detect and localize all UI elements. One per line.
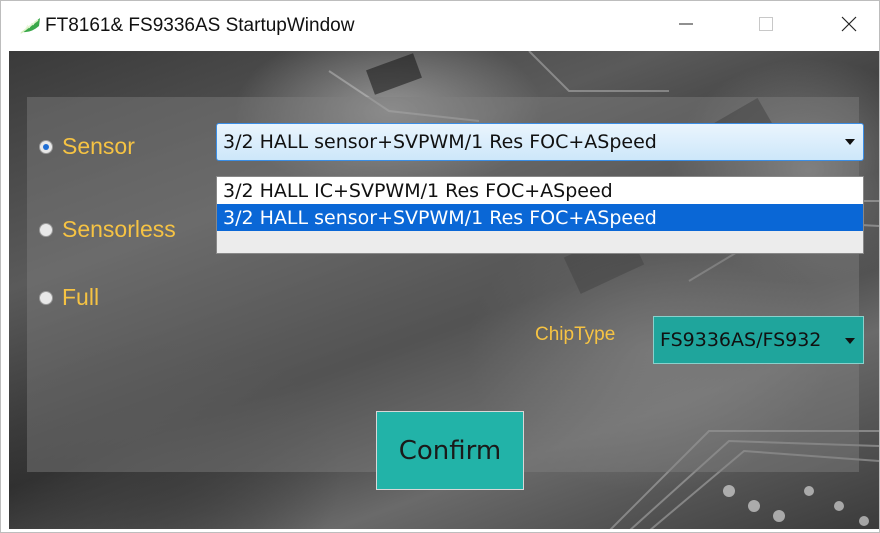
maximize-icon (758, 16, 774, 37)
radio-full[interactable]: Full (39, 284, 99, 311)
startup-window: FT8161& FS9336AS StartupWindow Sensor Se… (0, 0, 880, 533)
radio-sensor-label: Sensor (62, 133, 135, 159)
chevron-down-icon[interactable] (845, 338, 855, 344)
radio-button-icon (39, 290, 53, 305)
algorithm-combobox-value: 3/2 HALL sensor+SVPWM/1 Res FOC+ASpeed (223, 131, 657, 153)
leaf-logo-icon (19, 17, 41, 35)
radio-sensor[interactable]: Sensor (39, 133, 135, 160)
window-title: FT8161& FS9336AS StartupWindow (45, 15, 355, 36)
radio-button-icon (39, 222, 53, 237)
confirm-button-label: Confirm (398, 435, 502, 466)
maximize-button[interactable] (736, 1, 796, 51)
chip-type-combobox[interactable]: FS9336AS/FS932 (653, 316, 864, 364)
algorithm-combobox[interactable]: 3/2 HALL sensor+SVPWM/1 Res FOC+ASpeed (216, 123, 864, 161)
radio-sensorless-label: Sensorless (62, 216, 176, 242)
chip-type-value: FS9336AS/FS932 (660, 329, 822, 351)
close-icon (841, 16, 857, 37)
dropdown-empty-row (217, 231, 863, 253)
chip-type-label: ChipType (535, 324, 616, 345)
client-area: Sensor Sensorless Full 3/2 HALL sensor+S… (9, 51, 879, 529)
title-bar[interactable]: FT8161& FS9336AS StartupWindow (1, 1, 879, 51)
dropdown-option[interactable]: 3/2 HALL IC+SVPWM/1 Res FOC+ASpeed (217, 177, 863, 204)
dropdown-option-highlighted[interactable]: 3/2 HALL sensor+SVPWM/1 Res FOC+ASpeed (217, 204, 863, 231)
minimize-icon (678, 16, 694, 37)
close-button[interactable] (819, 1, 879, 51)
radio-full-label: Full (62, 284, 100, 310)
chevron-down-icon[interactable] (845, 139, 855, 145)
minimize-button[interactable] (656, 1, 716, 51)
radio-button-checked-icon (39, 139, 53, 154)
confirm-button[interactable]: Confirm (376, 411, 524, 490)
algorithm-dropdown-list: 3/2 HALL IC+SVPWM/1 Res FOC+ASpeed 3/2 H… (216, 176, 864, 254)
radio-sensorless[interactable]: Sensorless (39, 216, 176, 243)
